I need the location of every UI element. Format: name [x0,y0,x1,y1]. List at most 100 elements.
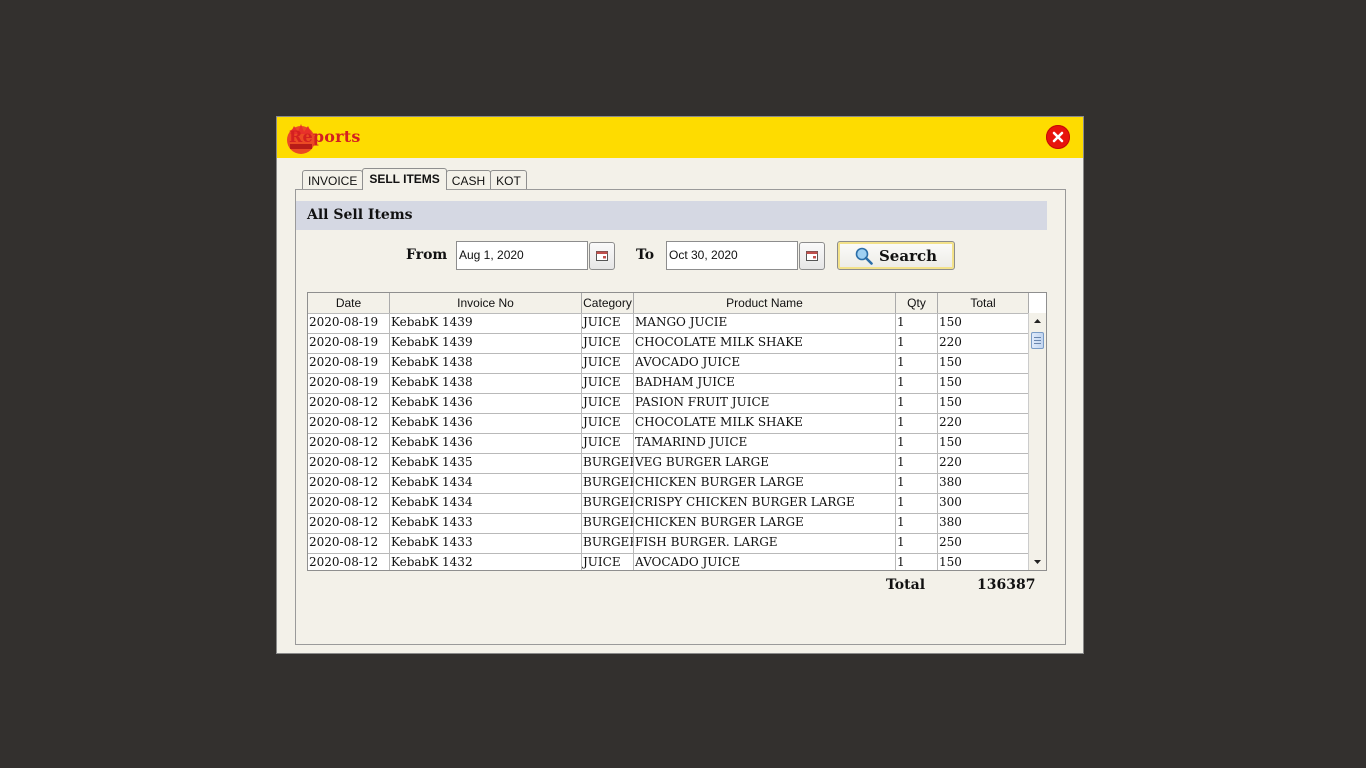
cell-product-name: BADHAM JUICE [634,374,896,393]
table-row[interactable]: 2020-08-12 KebabK 1433 BURGER FISH BURGER. … [308,534,1029,554]
cell-category: JUICE [582,314,634,333]
close-button[interactable] [1046,125,1070,149]
cell-category: BURGER [582,534,634,553]
cell-total: 150 [938,374,1029,393]
cell-category: JUICE [582,554,634,570]
calendar-icon [806,251,818,261]
cell-product-name: AVOCADO JUICE [634,354,896,373]
table-row[interactable]: 2020-08-12 KebabK 1436 JUICE PASION FRUIT J… [308,394,1029,414]
table-row[interactable]: 2020-08-12 KebabK 1434 BURGER CRISPY CHICKE… [308,494,1029,514]
column-header-qty[interactable]: Qty [896,293,938,313]
cell-product-name: AVOCADO JUICE [634,554,896,570]
cell-product-name: CHOCOLATE MILK SHAKE [634,414,896,433]
table-row[interactable]: 2020-08-12 KebabK 1436 JUICE TAMARIND JUICE… [308,434,1029,454]
cell-total: 150 [938,354,1029,373]
vertical-scrollbar[interactable] [1028,313,1046,570]
cell-total: 150 [938,554,1029,570]
table-row[interactable]: 2020-08-19 KebabK 1439 JUICE CHOCOLATE MILK… [308,334,1029,354]
table-row[interactable]: 2020-08-12 KebabK 1435 BURGER VEG BURGER LA… [308,454,1029,474]
cell-date: 2020-08-19 [308,374,390,393]
reports-window: Reports INVOICE SELL ITEMS CASH KOT All … [276,116,1084,654]
cell-product-name: MANGO JUCIE [634,314,896,333]
cell-qty: 1 [896,374,938,393]
column-header-date[interactable]: Date [308,293,390,313]
sell-items-table: Date Invoice No Category Product Name Qt… [307,292,1047,571]
title-bar: Reports [277,117,1083,158]
cell-product-name: FISH BURGER. LARGE [634,534,896,553]
cell-invoice-no: KebabK 1435 [390,454,582,473]
cell-date: 2020-08-12 [308,394,390,413]
cell-total: 150 [938,434,1029,453]
cell-date: 2020-08-12 [308,434,390,453]
column-header-total[interactable]: Total [938,293,1029,313]
cell-date: 2020-08-19 [308,334,390,353]
cell-qty: 1 [896,514,938,533]
column-header-invoice-no[interactable]: Invoice No [390,293,582,313]
from-date-field[interactable]: Aug 1, 2020 [456,241,588,270]
window-title: Reports [289,127,361,146]
cell-invoice-no: KebabK 1434 [390,474,582,493]
cell-qty: 1 [896,474,938,493]
cell-qty: 1 [896,314,938,333]
cell-product-name: CRISPY CHICKEN BURGER LARGE [634,494,896,513]
to-date-field[interactable]: Oct 30, 2020 [666,241,798,270]
cell-category: JUICE [582,374,634,393]
to-calendar-button[interactable] [799,242,825,270]
table-row[interactable]: 2020-08-12 KebabK 1432 JUICE AVOCADO JUICE 1… [308,554,1029,570]
scrollbar-thumb[interactable] [1031,332,1044,349]
cell-qty: 1 [896,534,938,553]
tab-invoice[interactable]: INVOICE [302,170,364,190]
search-button[interactable]: Search [837,241,955,270]
cell-product-name: TAMARIND JUICE [634,434,896,453]
cell-date: 2020-08-12 [308,534,390,553]
arrow-down-icon [1034,560,1041,564]
total-label: Total [886,577,926,593]
cell-category: BURGER [582,494,634,513]
from-label: From [406,247,448,263]
column-header-product-name[interactable]: Product Name [634,293,896,313]
table-row[interactable]: 2020-08-19 KebabK 1438 JUICE BADHAM JUICE 1 1… [308,374,1029,394]
section-title: All Sell Items [307,207,413,223]
section-header: All Sell Items [296,201,1047,230]
table-row[interactable]: 2020-08-12 KebabK 1434 BURGER CHICKEN BURGE… [308,474,1029,494]
table-row[interactable]: 2020-08-12 KebabK 1433 BURGER CHICKEN BURGE… [308,514,1029,534]
cell-invoice-no: KebabK 1439 [390,314,582,333]
from-calendar-button[interactable] [589,242,615,270]
cell-total: 150 [938,394,1029,413]
cell-category: BURGER [582,454,634,473]
cell-date: 2020-08-12 [308,554,390,570]
table-row[interactable]: 2020-08-19 KebabK 1438 JUICE AVOCADO JUICE 1… [308,354,1029,374]
cell-invoice-no: KebabK 1434 [390,494,582,513]
scroll-up-button[interactable] [1029,313,1046,329]
cell-date: 2020-08-19 [308,354,390,373]
table-body: 2020-08-19 KebabK 1439 JUICE MANGO JUCIE 1 15… [308,314,1029,570]
total-value: 136387 [977,577,1036,593]
table-row[interactable]: 2020-08-19 KebabK 1439 JUICE MANGO JUCIE 1 15… [308,314,1029,334]
cell-total: 220 [938,414,1029,433]
cell-qty: 1 [896,354,938,373]
table-header: Date Invoice No Category Product Name Qt… [308,293,1029,314]
cell-product-name: VEG BURGER LARGE [634,454,896,473]
cell-category: BURGER [582,514,634,533]
scroll-down-button[interactable] [1029,554,1046,570]
cell-qty: 1 [896,554,938,570]
cell-category: JUICE [582,334,634,353]
cell-product-name: CHICKEN BURGER LARGE [634,474,896,493]
tab-cash[interactable]: CASH [445,170,492,190]
cell-invoice-no: KebabK 1433 [390,534,582,553]
close-icon [1052,131,1064,143]
table-row[interactable]: 2020-08-12 KebabK 1436 JUICE CHOCOLATE MILK… [308,414,1029,434]
column-header-category[interactable]: Category [582,293,634,313]
cell-qty: 1 [896,494,938,513]
cell-category: JUICE [582,394,634,413]
tab-sell-items[interactable]: SELL ITEMS [362,168,447,190]
cell-qty: 1 [896,434,938,453]
cell-date: 2020-08-19 [308,314,390,333]
cell-category: BURGER [582,474,634,493]
report-tabs: INVOICE SELL ITEMS CASH KOT [302,168,527,190]
tab-kot[interactable]: KOT [490,170,527,190]
cell-invoice-no: KebabK 1436 [390,434,582,453]
cell-invoice-no: KebabK 1436 [390,414,582,433]
cell-category: JUICE [582,354,634,373]
cell-qty: 1 [896,334,938,353]
